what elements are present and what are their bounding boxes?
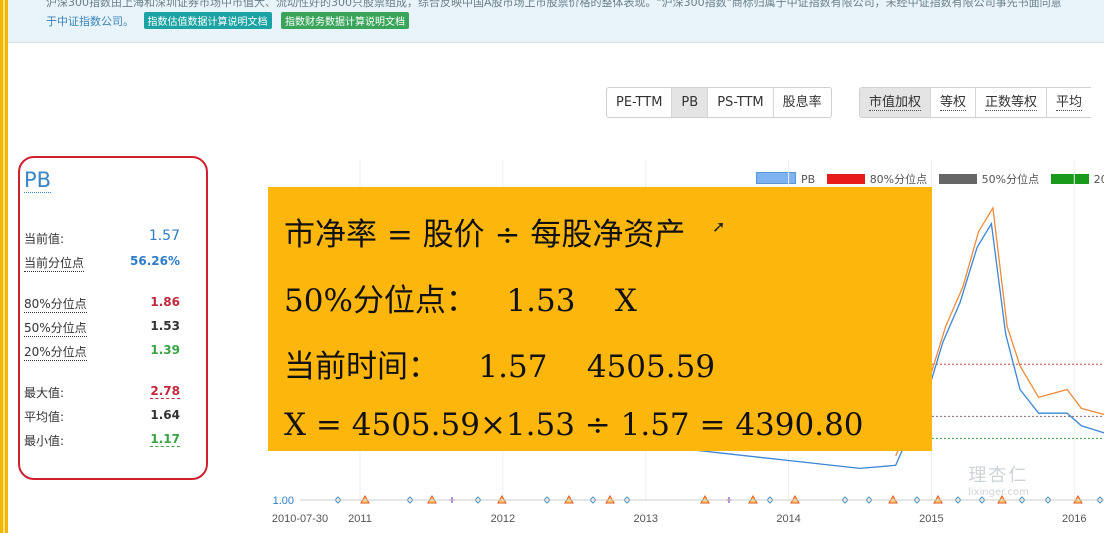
x-tick-label: 2015: [919, 513, 943, 525]
x-tick-label: 2012: [491, 513, 515, 525]
watermark-url: lixinger.com: [968, 487, 1029, 498]
chart-x-axis: 2010-07-30 2011 2012 2013 2014 2015 2016 1.00: [272, 495, 1104, 525]
formula-line-result: X = 4505.59×1.53 ÷ 1.57 = 4390.80: [284, 407, 864, 443]
x-tick-label: 2011: [348, 513, 372, 525]
formula-line-median: 50%分位点： 1.53 X: [284, 283, 637, 319]
formula-line-current: 当前时间： 1.57 4505.59: [284, 349, 716, 385]
y-tick-label: 1.00: [273, 495, 294, 507]
x-tick-label: 2014: [776, 513, 800, 525]
formula-line-definition: 市净率 = 股价 ÷ 每股净资产: [284, 217, 686, 253]
lixinger-watermark: 理杏仁 lixinger.com: [968, 461, 1029, 498]
x-tick-label: 2016: [1062, 513, 1086, 525]
x-tick-label: 2010-07-30: [272, 513, 328, 525]
watermark-text: 理杏仁: [968, 465, 1029, 486]
formula-overlay: 市净率 = 股价 ÷ 每股净资产 50%分位点： 1.53 X 当前时间： 1.…: [268, 187, 932, 451]
mouse-cursor-icon: ➚: [712, 217, 726, 236]
x-tick-label: 2013: [633, 513, 657, 525]
